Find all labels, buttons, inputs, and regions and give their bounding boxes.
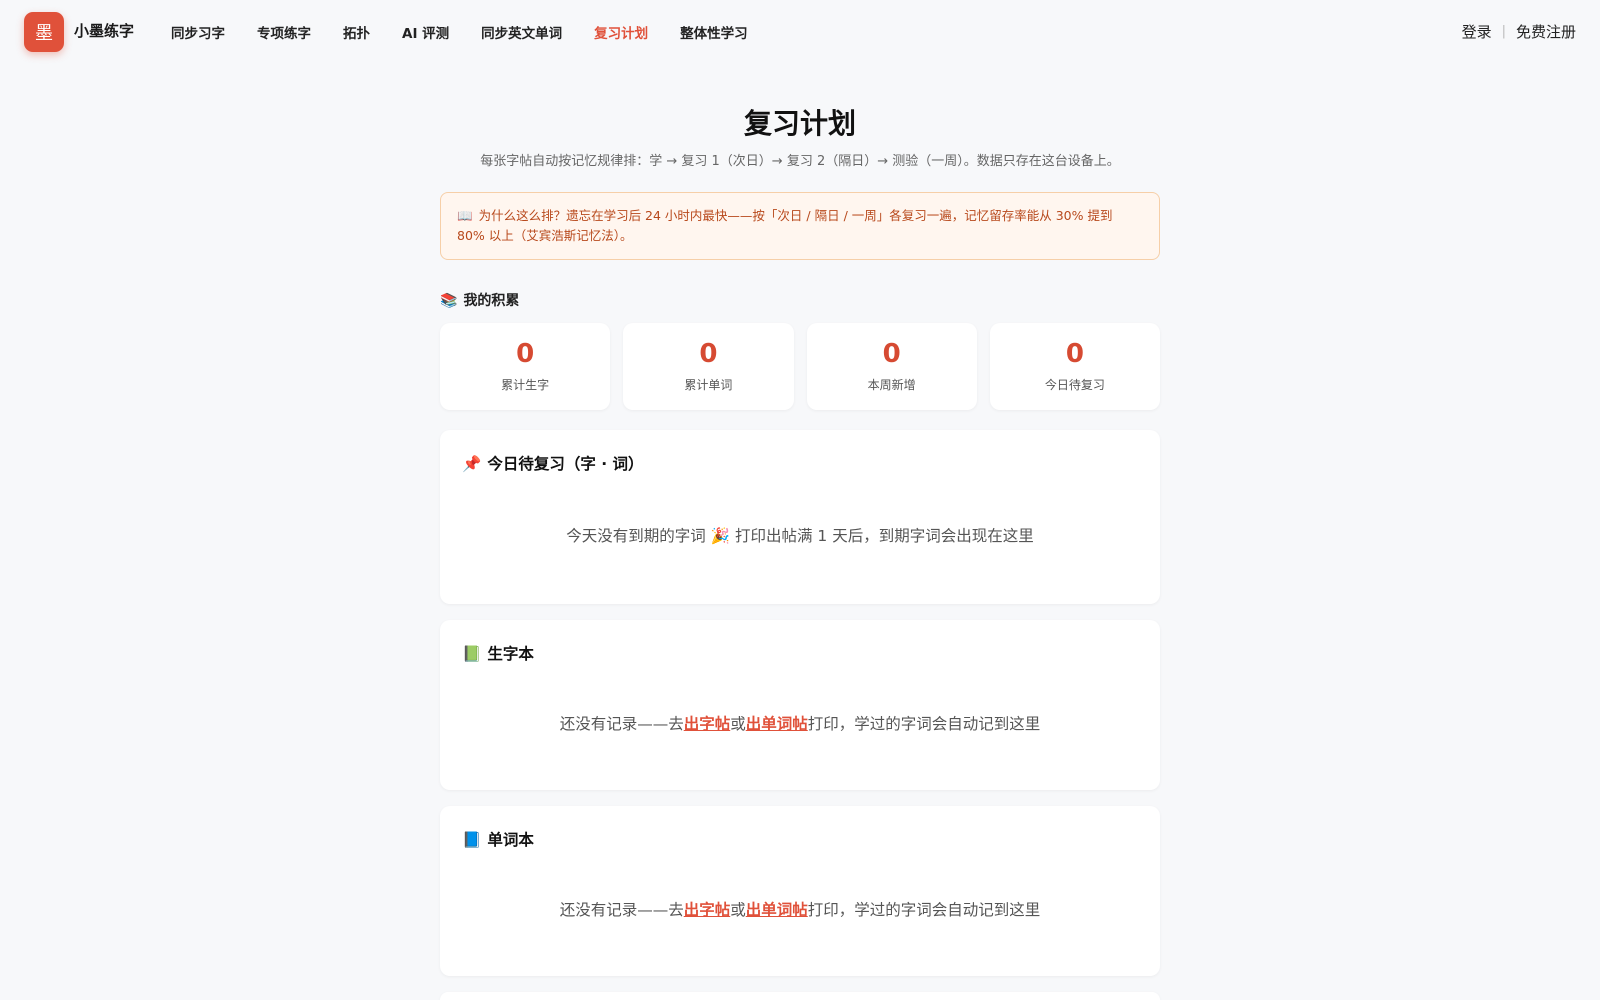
auth-links: 登录 | 免费注册 [1462,21,1576,42]
next-card [440,992,1160,1000]
word-book-card: 📘 单词本 还没有记录——去出字帖或出单词帖打印，学过的字词会自动记到这里 [440,806,1160,976]
nav-item-review-plan[interactable]: 复习计划 [594,22,648,42]
make-char-sheet-link[interactable]: 出字帖 [684,715,731,733]
today-review-title: 📌 今日待复习（字 · 词） [462,452,644,474]
main-nav: 同步习字 专项练字 拓扑 AI 评测 同步英文单词 复习计划 整体性学习 [171,22,780,42]
empty-text-a: 今天没有到期的字词 [566,527,706,545]
party-popper-icon: 🎉 [710,527,731,545]
stat-label: 今日待复习 [1044,378,1105,392]
word-book-title: 📘 单词本 [462,828,534,850]
empty-pre: 还没有记录——去 [559,715,684,733]
login-link[interactable]: 登录 [1462,21,1492,42]
char-book-title-text: 生字本 [487,645,534,663]
stat-card-week-new: 0 本周新增 [806,323,977,410]
nav-item-ai-evaluation[interactable]: AI 评测 [402,22,449,42]
nav-item-sync-writing[interactable]: 同步习字 [171,22,225,42]
pushpin-icon: 📌 [462,455,482,473]
blue-book-icon: 📘 [462,831,482,849]
brand-name[interactable]: 小墨练字 [74,20,134,41]
stats-row: 0 累计生字 0 累计单词 0 本周新增 0 今日待复习 [440,323,1160,410]
notice-text: 为什么这么排？遗忘在学习后 24 小时内最快——按「次日 / 隔日 / 一周」各… [457,208,1113,243]
stat-label: 本周新增 [867,378,916,392]
stat-value: 0 [1065,339,1084,369]
stat-card-total-words: 0 累计单词 [623,323,794,410]
nav-item-english-words[interactable]: 同步英文单词 [481,22,562,42]
make-word-sheet-link[interactable]: 出单词帖 [746,901,808,919]
register-link[interactable]: 免费注册 [1516,21,1576,42]
top-navbar: 墨 小墨练字 同步习字 专项练字 拓扑 AI 评测 同步英文单词 复习计划 整体… [0,0,1600,64]
accumulation-heading: 📚 我的积累 [440,290,519,310]
stat-card-today-review: 0 今日待复习 [989,323,1160,410]
empty-text-b: 打印出帖满 1 天后，到期字词会出现在这里 [734,527,1034,545]
info-notice: 📖 为什么这么排？遗忘在学习后 24 小时内最快——按「次日 / 隔日 / 一周」… [440,192,1160,260]
auth-separator: | [1501,24,1506,39]
green-book-icon: 📗 [462,645,482,663]
nav-item-rubbing[interactable]: 拓扑 [343,22,370,42]
today-review-card: 📌 今日待复习（字 · 词） 今天没有到期的字词 🎉 打印出帖满 1 天后，到期字… [440,430,1160,604]
today-review-title-text: 今日待复习（字 · 词） [487,455,644,473]
today-review-empty: 今天没有到期的字词 🎉 打印出帖满 1 天后，到期字词会出现在这里 [440,524,1160,546]
books-icon: 📚 [440,293,458,309]
page-subtitle: 每张字帖自动按记忆规律排：学 → 复习 1（次日）→ 复习 2（隔日）→ 测验（… [480,154,1120,169]
char-book-empty: 还没有记录——去出字帖或出单词帖打印，学过的字词会自动记到这里 [440,712,1160,734]
empty-pre: 还没有记录——去 [559,901,684,919]
word-book-empty: 还没有记录——去出字帖或出单词帖打印，学过的字词会自动记到这里 [440,898,1160,920]
stat-label: 累计生字 [501,378,550,392]
stat-value: 0 [516,339,535,369]
char-book-title: 📗 生字本 [462,642,534,664]
make-word-sheet-link[interactable]: 出单词帖 [746,715,808,733]
accumulation-label: 我的积累 [463,293,520,309]
empty-mid: 或 [730,901,746,919]
logo-char: 墨 [35,23,53,44]
empty-post: 打印，学过的字词会自动记到这里 [807,901,1041,919]
logo-icon[interactable]: 墨 [24,12,64,52]
stat-value: 0 [699,339,718,369]
stat-card-total-chars: 0 累计生字 [440,323,611,410]
stat-label: 累计单词 [684,378,733,392]
page-title: 复习计划 [743,107,856,140]
word-book-title-text: 单词本 [487,831,534,849]
empty-mid: 或 [730,715,746,733]
make-char-sheet-link[interactable]: 出字帖 [684,901,731,919]
empty-post: 打印，学过的字词会自动记到这里 [807,715,1041,733]
char-book-card: 📗 生字本 还没有记录——去出字帖或出单词帖打印，学过的字词会自动记到这里 [440,620,1160,790]
book-open-icon: 📖 [457,208,473,223]
nav-item-holistic-learning[interactable]: 整体性学习 [680,22,748,42]
nav-item-special-practice[interactable]: 专项练字 [257,22,311,42]
stat-value: 0 [882,339,901,369]
